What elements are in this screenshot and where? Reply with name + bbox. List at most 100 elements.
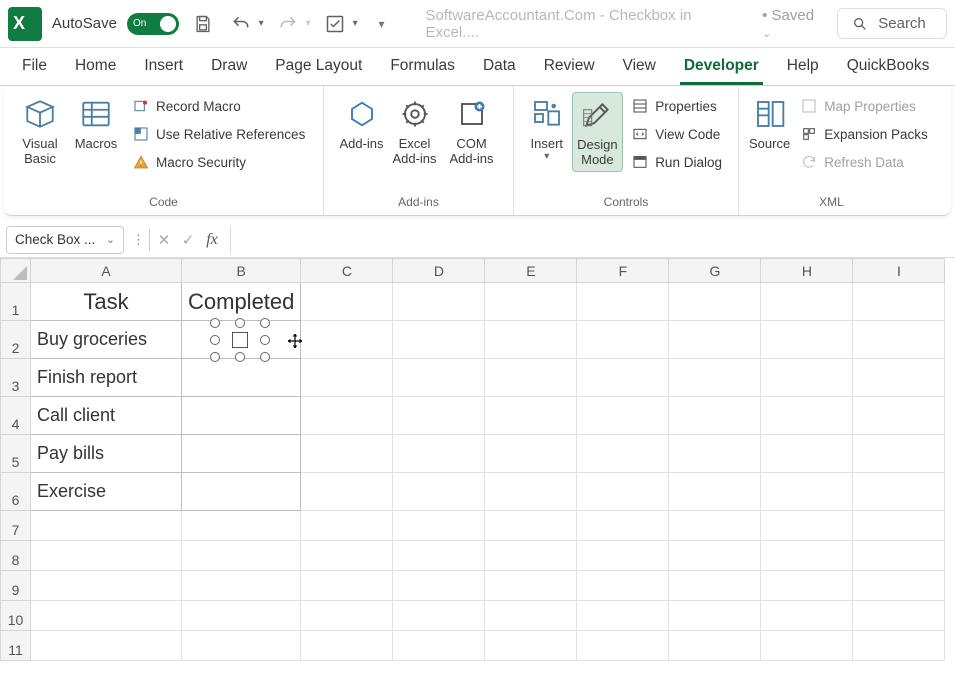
tab-quickbooks[interactable]: QuickBooks: [833, 49, 944, 85]
cell-I4[interactable]: [853, 397, 945, 435]
cell-H8[interactable]: [761, 541, 853, 571]
row-header-8[interactable]: 8: [1, 541, 31, 571]
cell-G6[interactable]: [669, 473, 761, 511]
cell-D3[interactable]: [393, 359, 485, 397]
resize-handle[interactable]: [210, 318, 220, 328]
row-header-4[interactable]: 4: [1, 397, 31, 435]
row-header-11[interactable]: 11: [1, 631, 31, 661]
resize-handle[interactable]: [260, 352, 270, 362]
cell-C5[interactable]: [301, 435, 393, 473]
tab-file[interactable]: File: [8, 49, 61, 85]
formula-input[interactable]: [230, 226, 955, 254]
properties-button[interactable]: Properties: [627, 94, 726, 118]
source-button[interactable]: Source: [747, 92, 792, 155]
cell-G5[interactable]: [669, 435, 761, 473]
tab-help[interactable]: Help: [773, 49, 833, 85]
autosave-toggle[interactable]: On: [127, 13, 179, 35]
cell-B3[interactable]: [182, 359, 301, 397]
cell-A8[interactable]: [31, 541, 182, 571]
cell-H2[interactable]: [761, 321, 853, 359]
col-header-H[interactable]: H: [761, 259, 853, 283]
record-macro-button[interactable]: Record Macro: [128, 94, 309, 118]
macros-button[interactable]: Macros: [68, 92, 124, 155]
cell-A4[interactable]: Call client: [31, 397, 182, 435]
cell-D5[interactable]: [393, 435, 485, 473]
cell-B9[interactable]: [182, 571, 301, 601]
cell-B4[interactable]: [182, 397, 301, 435]
cell-E9[interactable]: [485, 571, 577, 601]
row-header-3[interactable]: 3: [1, 359, 31, 397]
cell-G3[interactable]: [669, 359, 761, 397]
name-box[interactable]: Check Box ... ⌄: [6, 226, 124, 254]
cell-E4[interactable]: [485, 397, 577, 435]
cell-A7[interactable]: [31, 511, 182, 541]
cell-I9[interactable]: [853, 571, 945, 601]
cell-G10[interactable]: [669, 601, 761, 631]
col-header-I[interactable]: I: [853, 259, 945, 283]
addins-button[interactable]: Add-ins: [337, 92, 387, 155]
cell-A5[interactable]: Pay bills: [31, 435, 182, 473]
cell-B5[interactable]: [182, 435, 301, 473]
cell-H3[interactable]: [761, 359, 853, 397]
excel-addins-button[interactable]: Excel Add-ins: [387, 92, 443, 170]
view-code-button[interactable]: View Code: [627, 122, 726, 146]
select-all-corner[interactable]: [1, 259, 31, 283]
cell-A10[interactable]: [31, 601, 182, 631]
cell-E6[interactable]: [485, 473, 577, 511]
cell-F10[interactable]: [577, 601, 669, 631]
cell-F8[interactable]: [577, 541, 669, 571]
redo-icon[interactable]: [274, 10, 302, 38]
cell-D7[interactable]: [393, 511, 485, 541]
row-header-6[interactable]: 6: [1, 473, 31, 511]
row-header-2[interactable]: 2: [1, 321, 31, 359]
cell-B8[interactable]: [182, 541, 301, 571]
com-addins-button[interactable]: COM Add-ins: [443, 92, 501, 170]
cell-C9[interactable]: [301, 571, 393, 601]
cell-E5[interactable]: [485, 435, 577, 473]
cell-F2[interactable]: [577, 321, 669, 359]
cell-D10[interactable]: [393, 601, 485, 631]
cell-H4[interactable]: [761, 397, 853, 435]
redo-dropdown-icon[interactable]: ▾: [306, 18, 311, 29]
cell-D11[interactable]: [393, 631, 485, 661]
resize-handle[interactable]: [210, 335, 220, 345]
row-header-10[interactable]: 10: [1, 601, 31, 631]
cell-H5[interactable]: [761, 435, 853, 473]
cell-I11[interactable]: [853, 631, 945, 661]
cell-A1[interactable]: Task: [31, 283, 182, 321]
cell-H1[interactable]: [761, 283, 853, 321]
cell-E2[interactable]: [485, 321, 577, 359]
col-header-B[interactable]: B: [182, 259, 301, 283]
macro-security-button[interactable]: Macro Security: [128, 150, 309, 174]
cell-A3[interactable]: Finish report: [31, 359, 182, 397]
cell-I3[interactable]: [853, 359, 945, 397]
cell-C8[interactable]: [301, 541, 393, 571]
cell-F1[interactable]: [577, 283, 669, 321]
resize-handle[interactable]: [260, 335, 270, 345]
undo-icon[interactable]: [227, 10, 255, 38]
cell-D1[interactable]: [393, 283, 485, 321]
cell-B7[interactable]: [182, 511, 301, 541]
cell-E8[interactable]: [485, 541, 577, 571]
cell-A6[interactable]: Exercise: [31, 473, 182, 511]
cell-F5[interactable]: [577, 435, 669, 473]
cell-E3[interactable]: [485, 359, 577, 397]
row-header-5[interactable]: 5: [1, 435, 31, 473]
cell-H7[interactable]: [761, 511, 853, 541]
cell-E1[interactable]: [485, 283, 577, 321]
cell-D9[interactable]: [393, 571, 485, 601]
cell-B11[interactable]: [182, 631, 301, 661]
resize-handle[interactable]: [210, 352, 220, 362]
cell-C3[interactable]: [301, 359, 393, 397]
qat-check-icon[interactable]: [321, 10, 349, 38]
qat-check-dropdown-icon[interactable]: ▾: [353, 18, 358, 29]
resize-handle[interactable]: [235, 352, 245, 362]
cell-C7[interactable]: [301, 511, 393, 541]
resize-handle[interactable]: [235, 318, 245, 328]
row-header-9[interactable]: 9: [1, 571, 31, 601]
cell-E10[interactable]: [485, 601, 577, 631]
cell-H9[interactable]: [761, 571, 853, 601]
cell-H10[interactable]: [761, 601, 853, 631]
tab-view[interactable]: View: [609, 49, 670, 85]
namebox-more-icon[interactable]: ⋮: [132, 232, 145, 248]
